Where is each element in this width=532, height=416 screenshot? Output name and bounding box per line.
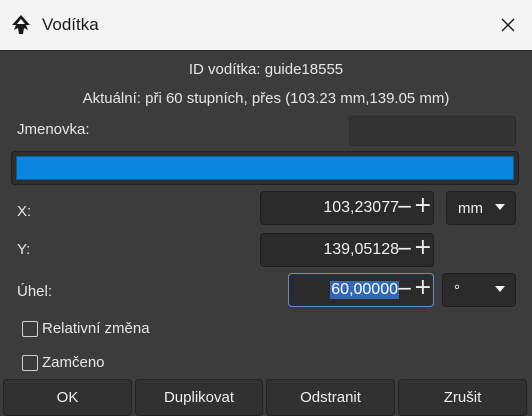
- y-label: Y:: [17, 241, 31, 258]
- angle-value[interactable]: 60,00000: [330, 281, 399, 299]
- x-spinbutton[interactable]: 103,23077 − +: [260, 191, 434, 225]
- divider: [0, 50, 532, 51]
- x-value[interactable]: 103,23077: [323, 199, 399, 217]
- unit-value: mm: [458, 200, 483, 217]
- y-decrement-button[interactable]: −: [396, 236, 413, 260]
- color-swatch: [16, 156, 514, 180]
- angle-label: Úhel:: [17, 283, 53, 300]
- current-position-text: Aktuální: při 60 stupních, přes (103.23 …: [82, 90, 450, 107]
- window-title: Vodítka: [42, 15, 99, 34]
- chevron-down-icon: [495, 204, 505, 210]
- angle-increment-button[interactable]: +: [414, 275, 432, 300]
- angle-unit-value: °: [454, 282, 460, 299]
- label-input[interactable]: [349, 116, 516, 146]
- checkbox-box[interactable]: [22, 355, 38, 371]
- y-value[interactable]: 139,05128: [323, 241, 399, 259]
- relative-change-label: Relativní změna: [42, 320, 150, 337]
- label-field-label: Jmenovka:: [17, 121, 90, 138]
- close-button[interactable]: [484, 0, 532, 50]
- remove-button[interactable]: Odstranit: [266, 379, 395, 416]
- locked-label: Zamčeno: [42, 354, 105, 371]
- close-icon: [501, 18, 515, 32]
- cancel-button[interactable]: Zrušit: [398, 379, 527, 416]
- chevron-down-icon: [495, 286, 505, 292]
- angle-spinbutton[interactable]: 60,00000 − +: [288, 273, 434, 307]
- guide-id-text: ID vodítka: guide18555: [188, 61, 344, 78]
- y-spinbutton[interactable]: 139,05128 − +: [260, 233, 434, 267]
- x-increment-button[interactable]: +: [414, 193, 432, 218]
- ok-button[interactable]: OK: [3, 379, 132, 416]
- angle-decrement-button[interactable]: −: [396, 276, 413, 300]
- guide-color-button[interactable]: [11, 151, 519, 185]
- inkscape-icon: [12, 15, 30, 34]
- unit-dropdown[interactable]: mm: [446, 191, 516, 225]
- title-bar: Vodítka: [0, 0, 532, 50]
- x-decrement-button[interactable]: −: [396, 194, 413, 218]
- checkbox-box[interactable]: [22, 321, 38, 337]
- y-increment-button[interactable]: +: [414, 235, 432, 260]
- angle-unit-dropdown[interactable]: °: [442, 273, 516, 307]
- duplicate-button[interactable]: Duplikovat: [135, 379, 263, 416]
- x-label: X:: [17, 203, 32, 220]
